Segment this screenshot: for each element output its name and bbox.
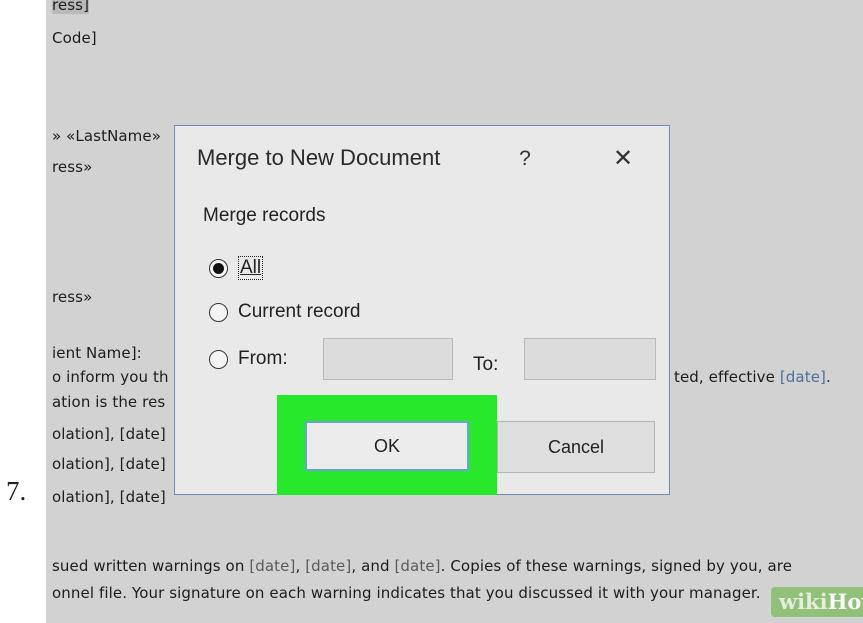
radio-unselected-icon[interactable] (209, 302, 228, 322)
cancel-button[interactable]: Cancel (497, 421, 655, 473)
doc-line: olation], [date] (52, 425, 166, 443)
radio-selected-icon[interactable] (209, 258, 228, 278)
doc-line: ress] (52, 0, 90, 14)
doc-line: onnel file. Your signature on each warni… (52, 584, 761, 602)
doc-line: ress» (52, 288, 93, 306)
radio-unselected-icon[interactable] (209, 349, 228, 369)
ok-button[interactable]: OK (305, 421, 469, 471)
radio-current-record[interactable]: Current record (209, 298, 361, 326)
doc-line: sued written warnings on [date], [date],… (52, 557, 793, 575)
doc-line: ient Name]: (52, 344, 142, 362)
close-button[interactable]: ✕ (608, 144, 638, 174)
doc-line: olation], [date] (52, 455, 166, 473)
merge-records-label: Merge records (203, 205, 326, 226)
radio-all[interactable]: All (209, 254, 264, 282)
doc-line: Code] (52, 29, 97, 47)
wikihow-watermark: wikiHow (771, 587, 863, 617)
radio-current-record-label: Current record (238, 301, 361, 322)
radio-from[interactable]: From: (209, 345, 288, 373)
doc-line-tail: ted, effective [date]. (674, 368, 831, 386)
radio-from-label: From: (238, 348, 288, 369)
doc-line: o inform you th (52, 368, 169, 386)
dialog-title: Merge to New Document (197, 145, 441, 170)
doc-line: olation], [date] (52, 488, 166, 506)
help-button[interactable]: ? (510, 144, 540, 174)
doc-line: » «LastName» (52, 127, 161, 145)
step-number: 7. (6, 476, 27, 506)
radio-all-label: All (238, 256, 264, 280)
from-input[interactable] (323, 338, 453, 380)
doc-line: ation is the res (52, 393, 166, 411)
to-input[interactable] (524, 338, 656, 380)
to-label: To: (473, 354, 499, 375)
doc-line: ress» (52, 158, 93, 176)
